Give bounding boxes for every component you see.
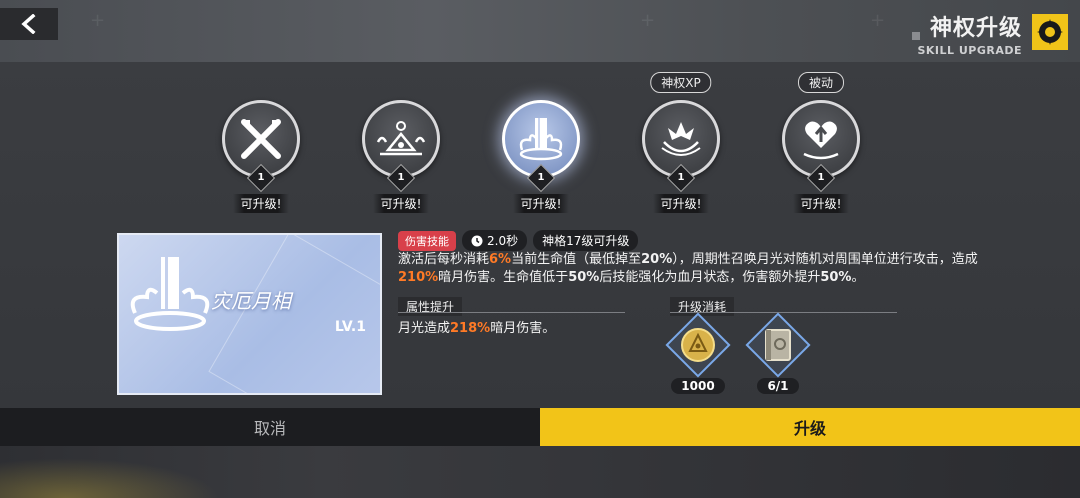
skill-slot-4[interactable]: 神权XP 1 可升级! (636, 72, 726, 213)
skill-emblem-icon (1032, 14, 1068, 50)
cooldown-badge: 2.0秒 (462, 230, 528, 251)
upgradable-label: 可升级! (652, 194, 710, 213)
clock-icon (471, 235, 483, 246)
upgradable-label: 可升级! (232, 194, 290, 213)
cancel-button[interactable]: 取消 (0, 408, 540, 446)
skill-description: 激活后每秒消耗6%当前生命值（最低掉至20%），周期性召唤月光对随机对周围单位进… (398, 252, 978, 285)
page-title: 神权升级 SKILL UPGRADE (917, 10, 1022, 57)
upgradable-label: 可升级! (792, 194, 850, 213)
skill-tag-xp: 神权XP (650, 72, 712, 93)
damage-type-badge: 伤害技能 (398, 230, 456, 251)
attribute-header: 属性提升 (398, 297, 463, 316)
skill-tag-passive: 被动 (797, 72, 845, 93)
divider (670, 312, 897, 313)
card-hex-decor (208, 235, 380, 393)
cost-item-book: 6/1 (745, 312, 811, 394)
moon-pillar-icon (125, 251, 215, 345)
tome-book-icon (745, 312, 811, 378)
skill-name: 灾厄月相 (211, 289, 291, 313)
skill-slot-2[interactable]: 1 可升级! (356, 100, 446, 213)
upgradable-label: 可升级! (512, 194, 570, 213)
decor-plus: + (640, 10, 656, 31)
skill-card: 灾厄月相 LV.1 (117, 233, 382, 395)
skill-slot-5[interactable]: 被动 1 可升级! (776, 72, 866, 213)
unlock-requirement-badge: 神格17级可升级 (533, 230, 639, 251)
bottom-background (0, 446, 1080, 498)
cost-amount: 6/1 (757, 378, 799, 394)
back-button[interactable] (0, 8, 58, 40)
decor-plus: + (90, 10, 106, 31)
chevron-left-icon (21, 14, 36, 34)
cost-amount: 1000 (671, 378, 725, 394)
skill-level: LV.1 (334, 319, 366, 335)
skill-badges: 伤害技能 2.0秒 神格17级可升级 (398, 230, 639, 251)
upgradable-label: 可升级! (372, 194, 430, 213)
skill-slot-3[interactable]: 1 可升级! (496, 100, 586, 213)
cooldown-value: 2.0秒 (487, 234, 519, 248)
skill-slot-1[interactable]: 1 可升级! (216, 100, 306, 213)
cost-item-gold: 1000 (665, 312, 731, 394)
upgrade-button[interactable]: 升级 (540, 408, 1080, 446)
gold-coin-eye-icon (665, 312, 731, 378)
divider (398, 312, 625, 313)
decor-plus: + (870, 10, 886, 31)
attribute-text: 月光造成218%暗月伤害。 (398, 321, 556, 336)
cost-header: 升级消耗 (670, 297, 735, 316)
title-en: SKILL UPGRADE (917, 44, 1022, 57)
title-cn: 神权升级 (929, 16, 1022, 41)
